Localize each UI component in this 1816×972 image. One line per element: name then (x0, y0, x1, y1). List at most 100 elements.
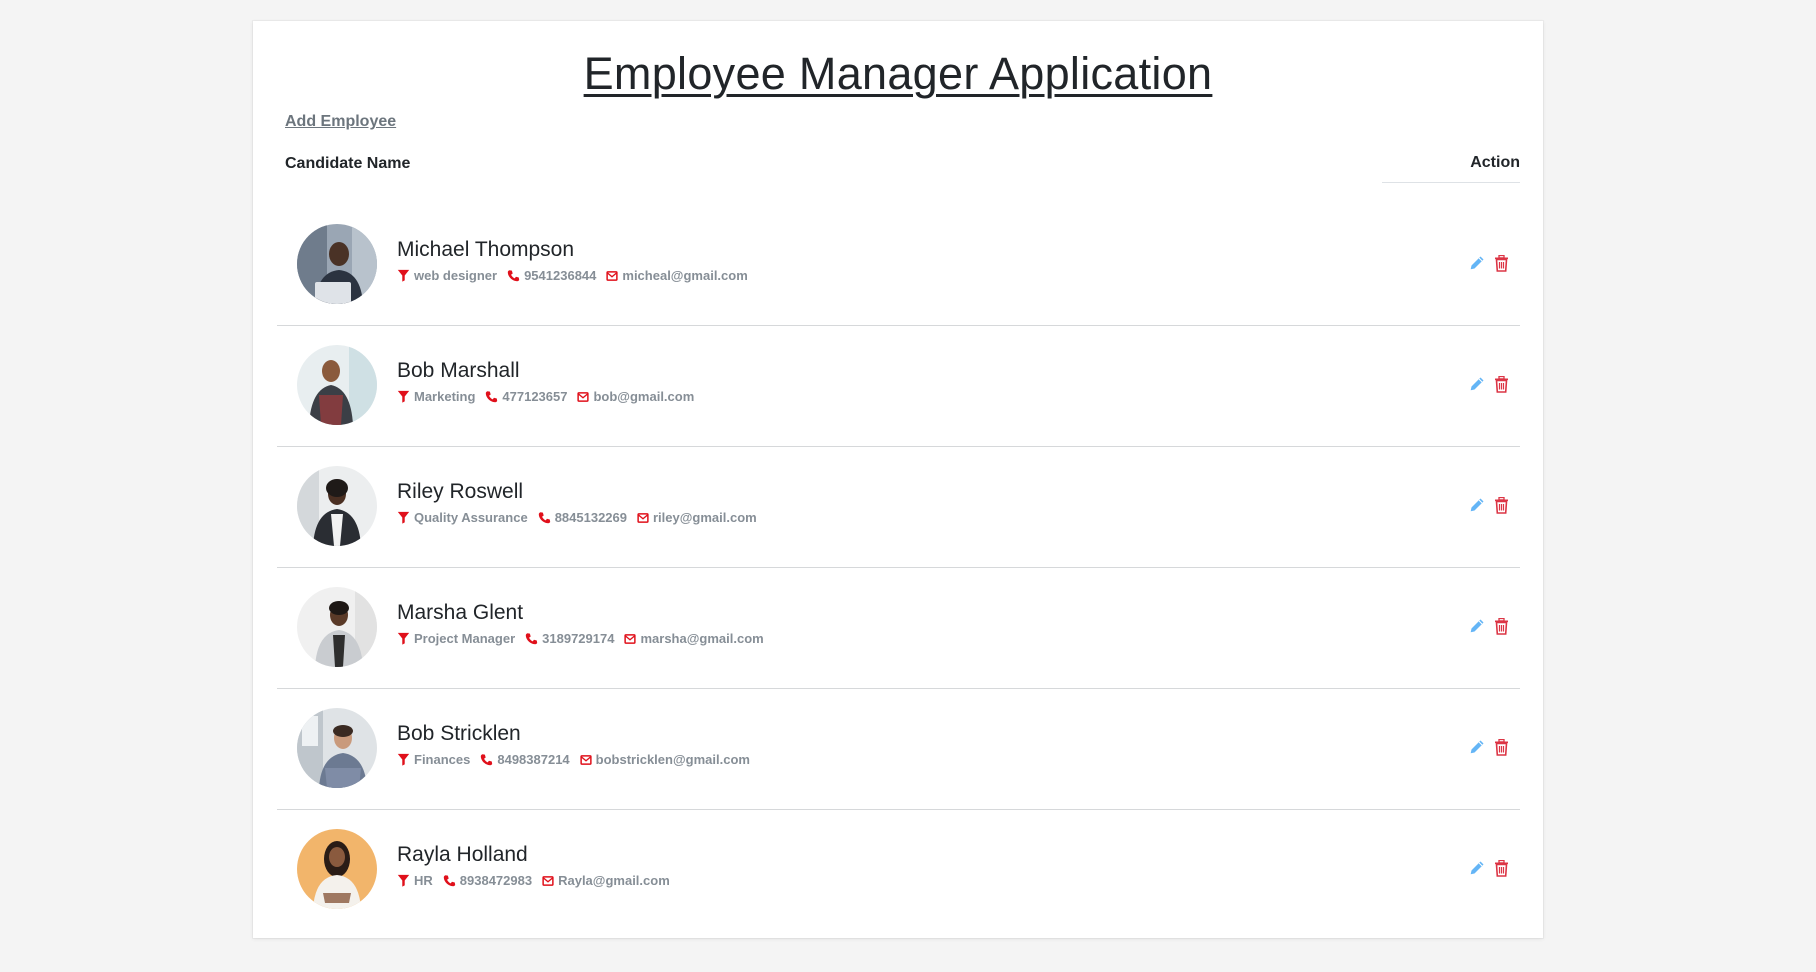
avatar (297, 345, 377, 425)
employee-phone: 8845132269 (538, 510, 627, 525)
employee-phone-text: 3189729174 (542, 631, 615, 646)
phone-icon (481, 754, 493, 766)
edit-button[interactable] (1468, 495, 1486, 515)
phone-icon (443, 875, 455, 887)
employee-phone-text: 477123657 (502, 389, 568, 404)
row-actions (1462, 858, 1510, 878)
pencil-icon (1470, 377, 1484, 391)
column-header-candidate-name: Candidate Name (285, 155, 411, 172)
employee-meta: Marketing 477123657 bob@gmail.com (397, 389, 704, 404)
employee-email: riley@gmail.com (637, 510, 757, 525)
employee-row: Bob Stricklen Finances 8498387214 bobstr… (277, 689, 1520, 810)
delete-button[interactable] (1492, 253, 1510, 273)
employee-role-text: Finances (414, 752, 471, 767)
pencil-icon (1470, 861, 1484, 875)
avatar (297, 829, 377, 909)
avatar (297, 587, 377, 667)
phone-icon (525, 633, 538, 645)
employee-email-text: riley@gmail.com (653, 510, 757, 525)
employee-email-text: micheal@gmail.com (622, 268, 748, 283)
column-header-action: Action (1470, 154, 1520, 171)
delete-button[interactable] (1492, 616, 1510, 636)
employee-role: Finances (397, 752, 470, 767)
employee-meta: Finances 8498387214 bobstricklen@gmail.c… (397, 752, 760, 767)
employee-meta: HR 8938472983 Rayla@gmail.com (397, 873, 680, 888)
employee-role: Marketing (397, 389, 475, 404)
employee-email: micheal@gmail.com (606, 268, 748, 283)
avatar (297, 224, 377, 304)
envelope-icon (577, 391, 590, 402)
employee-row: Marsha Glent Project Manager 3189729174 … (277, 568, 1520, 689)
filter-icon (397, 874, 410, 887)
employee-list: Michael Thompson web designer 9541236844… (277, 205, 1520, 931)
delete-button[interactable] (1492, 374, 1510, 394)
pencil-icon (1470, 740, 1484, 754)
trash-icon (1494, 617, 1508, 635)
edit-button[interactable] (1468, 616, 1486, 636)
employee-email: Rayla@gmail.com (542, 873, 670, 888)
header-divider (1382, 182, 1520, 183)
employee-email-text: Rayla@gmail.com (558, 873, 670, 888)
filter-icon (397, 269, 410, 282)
employee-card: Employee Manager Application Add Employe… (253, 21, 1543, 938)
employee-name: Riley Roswell (397, 480, 524, 503)
add-employee-link[interactable]: Add Employee (285, 113, 396, 131)
filter-icon (397, 511, 410, 524)
filter-icon (397, 753, 410, 766)
trash-icon (1494, 375, 1508, 393)
delete-button[interactable] (1492, 737, 1510, 757)
edit-button[interactable] (1468, 253, 1486, 273)
employee-phone: 477123657 (485, 389, 567, 404)
row-actions (1462, 253, 1510, 273)
edit-button[interactable] (1468, 737, 1486, 757)
employee-row: Bob Marshall Marketing 477123657 bob@gma… (277, 326, 1520, 447)
employee-meta: Project Manager 3189729174 marsha@gmail.… (397, 631, 774, 646)
avatar (297, 466, 377, 546)
employee-email-text: bobstricklen@gmail.com (595, 752, 750, 767)
employee-name: Michael Thompson (397, 238, 575, 261)
pencil-icon (1470, 498, 1484, 512)
employee-name: Bob Marshall (397, 359, 520, 382)
employee-role: Quality Assurance (397, 510, 528, 525)
employee-role-text: HR (414, 873, 433, 888)
row-actions (1462, 737, 1510, 757)
employee-meta: web designer 9541236844 micheal@gmail.co… (397, 268, 758, 283)
employee-role: HR (397, 873, 433, 888)
trash-icon (1494, 738, 1508, 756)
employee-email: bob@gmail.com (577, 389, 694, 404)
employee-name: Rayla Holland (397, 843, 528, 866)
employee-row: Riley Roswell Quality Assurance 88451322… (277, 447, 1520, 568)
avatar (297, 708, 377, 788)
filter-icon (397, 632, 410, 645)
employee-role-text: Project Manager (414, 631, 516, 646)
phone-icon (507, 270, 520, 282)
employee-phone-text: 8938472983 (459, 873, 533, 888)
filter-icon (397, 390, 410, 403)
employee-role-text: Marketing (414, 389, 476, 404)
row-actions (1462, 374, 1510, 394)
pencil-icon (1470, 256, 1484, 270)
envelope-icon (580, 754, 592, 765)
edit-button[interactable] (1468, 374, 1486, 394)
employee-phone: 3189729174 (525, 631, 614, 646)
trash-icon (1494, 254, 1508, 272)
delete-button[interactable] (1492, 495, 1510, 515)
employee-phone-text: 8845132269 (554, 510, 627, 525)
edit-button[interactable] (1468, 858, 1486, 878)
employee-phone: 8498387214 (480, 752, 570, 767)
delete-button[interactable] (1492, 858, 1510, 878)
employee-row: Michael Thompson web designer 9541236844… (277, 205, 1520, 326)
envelope-icon (624, 633, 637, 644)
row-actions (1462, 495, 1510, 515)
employee-phone-text: 8498387214 (497, 752, 570, 767)
employee-role-text: web designer (414, 268, 498, 283)
employee-email: bobstricklen@gmail.com (580, 752, 750, 767)
envelope-icon (637, 512, 649, 523)
envelope-icon (606, 270, 619, 281)
phone-icon (486, 391, 498, 403)
employee-role: Project Manager (397, 631, 515, 646)
employee-name: Marsha Glent (397, 601, 524, 624)
employee-role: web designer (397, 268, 497, 283)
trash-icon (1494, 496, 1508, 514)
row-actions (1462, 616, 1510, 636)
